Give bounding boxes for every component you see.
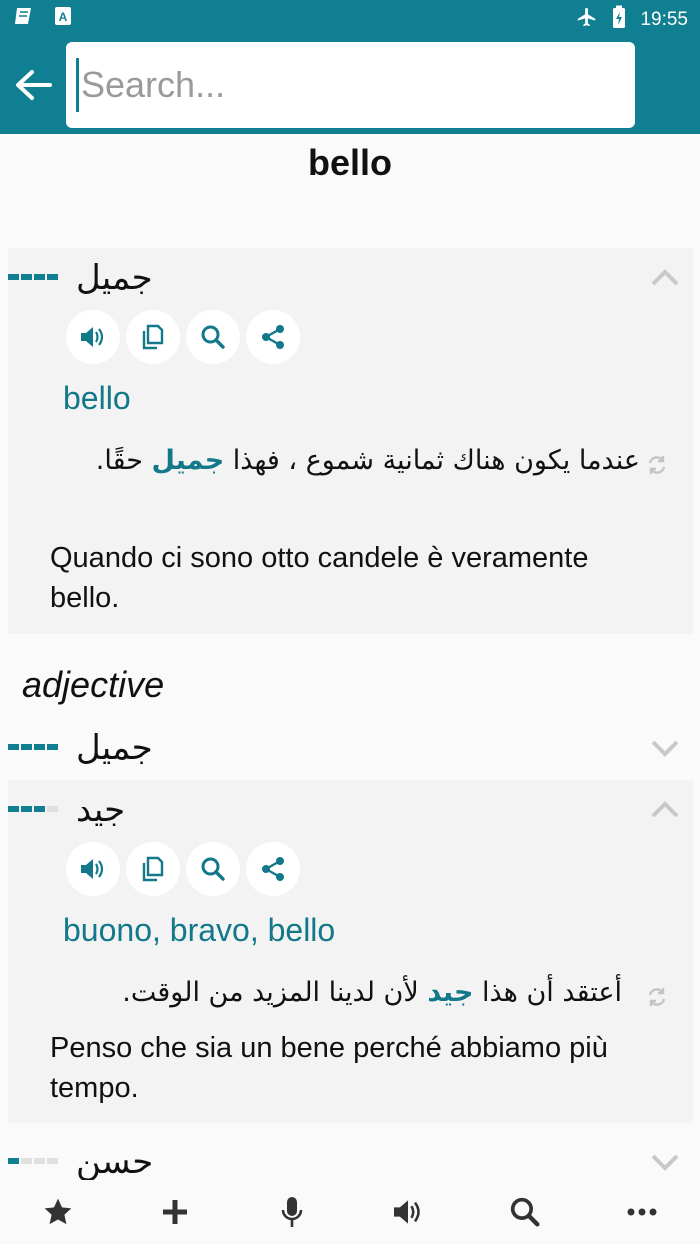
share-button[interactable] [246, 842, 300, 896]
app-bar [0, 36, 700, 134]
search-word-button[interactable] [186, 842, 240, 896]
frequency-indicator [8, 274, 58, 280]
copy-icon [142, 324, 164, 350]
arabic-example-text: عندما يكون هناك ثمانية شموع ، فهذا [224, 445, 640, 476]
pronounce-button[interactable] [350, 1180, 467, 1244]
chevron-up-icon[interactable] [650, 266, 680, 290]
part-of-speech-label: adjective [22, 664, 165, 705]
entry-header[interactable]: جميل [0, 722, 700, 772]
arabic-example-highlight: جميل [151, 445, 225, 476]
airplane-icon [576, 6, 598, 34]
translation-link[interactable]: bello [63, 380, 131, 417]
arabic-example-highlight: جيد [427, 977, 474, 1008]
add-button[interactable] [117, 1180, 234, 1244]
bottom-navigation [0, 1180, 700, 1244]
speaker-button[interactable] [66, 310, 120, 364]
chevron-up-icon[interactable] [650, 798, 680, 822]
chevron-down-icon[interactable] [650, 1150, 680, 1174]
frequency-indicator [8, 806, 58, 812]
microphone-icon [281, 1197, 302, 1227]
action-row [66, 842, 300, 896]
arabic-word: جميل [76, 728, 153, 768]
arabic-word: جميل [76, 258, 153, 298]
translation-link[interactable]: buono, bravo, bello [63, 912, 335, 949]
speaker-icon [81, 327, 104, 347]
search-button[interactable] [467, 1180, 584, 1244]
entry-header[interactable]: جميل [0, 252, 700, 302]
battery-charging-icon [612, 5, 626, 35]
arabic-example-text: لأن لدينا المزيد من الوقت. [122, 977, 428, 1008]
search-icon [201, 857, 225, 881]
chevron-down-icon[interactable] [650, 736, 680, 760]
plus-icon [162, 1200, 187, 1224]
voice-button[interactable] [233, 1180, 350, 1244]
search-icon [510, 1197, 540, 1227]
arabic-example: أعتقد أن هذا جيد لأن لدينا المزيد من الو… [50, 970, 622, 1016]
speaker-icon [394, 1200, 421, 1224]
book-icon [14, 6, 36, 31]
italian-example: Quando ci sono otto candele è veramente … [50, 542, 589, 614]
svg-text:A: A [59, 10, 68, 24]
favorites-button[interactable] [0, 1180, 117, 1244]
more-icon [627, 1208, 657, 1216]
star-icon [44, 1198, 72, 1225]
share-button[interactable] [246, 310, 300, 364]
headword-title: bello [307, 142, 392, 183]
italian-example: Penso che sia un bene perché abbiamo più… [50, 1032, 608, 1104]
search-input[interactable] [76, 58, 616, 112]
action-row [66, 310, 300, 364]
more-button[interactable] [583, 1180, 700, 1244]
refresh-icon[interactable] [646, 986, 668, 1008]
a-badge-icon: A [54, 6, 72, 31]
status-bar: A 19:55 [0, 0, 700, 36]
share-icon [262, 325, 284, 349]
entry-header[interactable]: حسن [0, 1136, 700, 1186]
copy-button[interactable] [126, 310, 180, 364]
share-icon [262, 857, 284, 881]
search-icon [201, 325, 225, 349]
arabic-example: عندما يكون هناك ثمانية شموع ، فهذا جميل … [50, 438, 640, 484]
search-box[interactable] [66, 42, 635, 128]
arabic-word: حسن [76, 1142, 154, 1182]
entry-header[interactable]: جيد [0, 784, 700, 834]
copy-icon [142, 856, 164, 882]
copy-button[interactable] [126, 842, 180, 896]
arabic-example-text: أعتقد أن هذا [473, 977, 622, 1008]
arabic-example-text: حقًا. [95, 445, 152, 476]
speaker-button[interactable] [66, 842, 120, 896]
search-word-button[interactable] [186, 310, 240, 364]
frequency-indicator [8, 1158, 58, 1164]
frequency-indicator [8, 744, 58, 750]
clock-text: 19:55 [640, 9, 688, 30]
arabic-word: جيد [76, 790, 126, 830]
speaker-icon [81, 859, 104, 879]
arrow-left-icon[interactable] [12, 64, 54, 106]
refresh-icon[interactable] [646, 454, 668, 476]
